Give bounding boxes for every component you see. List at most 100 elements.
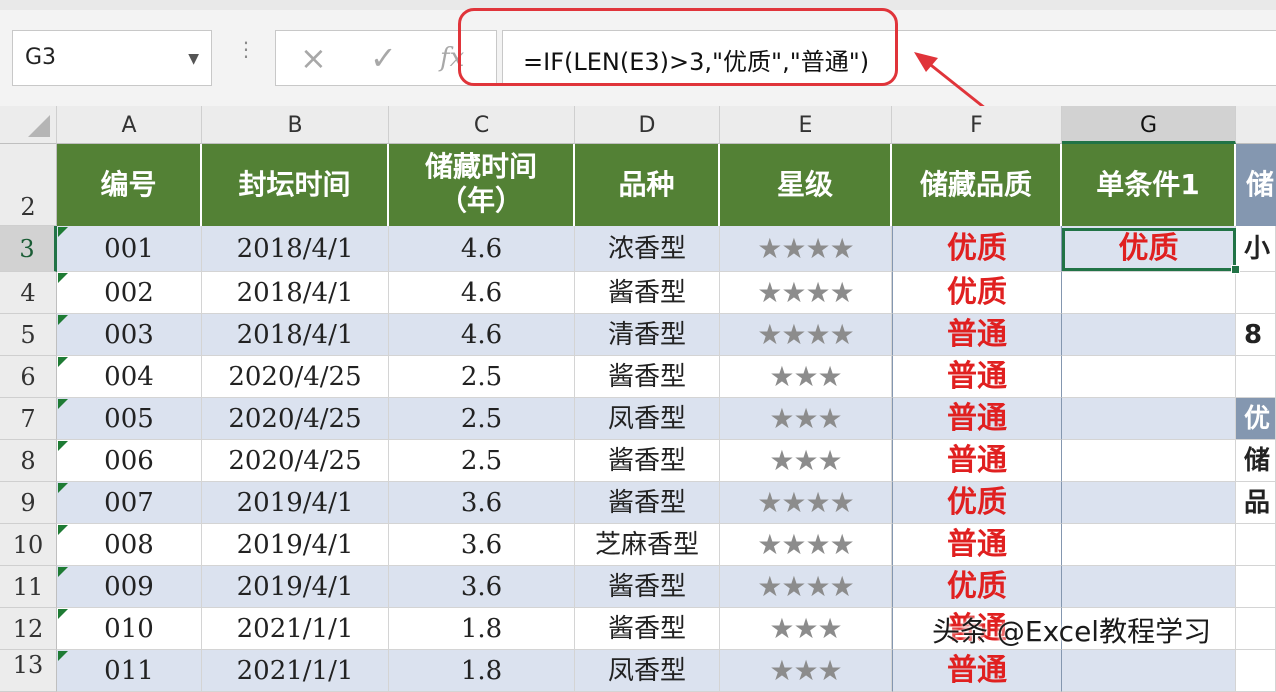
cell-id[interactable]: 001	[57, 226, 202, 272]
row-header-3[interactable]: 3	[0, 226, 57, 272]
cell-partial[interactable]	[1236, 524, 1276, 566]
cell-stars[interactable]: ★★★★	[720, 314, 892, 356]
row-header-9[interactable]: 9	[0, 482, 57, 524]
cell-storage-quality[interactable]: 普通	[892, 356, 1062, 398]
cell-single-condition[interactable]	[1062, 482, 1236, 524]
column-header-a[interactable]: A	[57, 106, 202, 144]
chevron-down-icon[interactable]: ▼	[188, 51, 199, 67]
cell-storage-years[interactable]: 4.6	[389, 226, 575, 272]
header-cell-single-condition[interactable]: 单条件1	[1062, 144, 1236, 226]
cell-single-condition[interactable]	[1062, 650, 1236, 692]
cell-storage-quality[interactable]: 优质	[892, 272, 1062, 314]
cell-partial[interactable]: 品	[1236, 482, 1276, 524]
cell-partial[interactable]: 储	[1236, 440, 1276, 482]
cancel-icon[interactable]: ×	[300, 39, 327, 77]
column-header-h[interactable]	[1236, 106, 1276, 144]
row-header-10[interactable]: 10	[0, 524, 57, 566]
row-header-11[interactable]: 11	[0, 566, 57, 608]
column-header-f[interactable]: F	[892, 106, 1062, 144]
row-header-2[interactable]: 2	[0, 144, 57, 226]
cell-stars[interactable]: ★★★★	[720, 566, 892, 608]
cell-seal-date[interactable]: 2019/4/1	[202, 524, 389, 566]
header-cell-variety[interactable]: 品种	[575, 144, 720, 226]
error-indicator-icon[interactable]	[58, 567, 68, 577]
cell-stars[interactable]: ★★★	[720, 650, 892, 692]
row-header-13[interactable]: 13	[0, 650, 57, 692]
cell-storage-quality[interactable]: 普通	[892, 398, 1062, 440]
cell-seal-date[interactable]: 2018/4/1	[202, 314, 389, 356]
cell-seal-date[interactable]: 2020/4/25	[202, 398, 389, 440]
cell-stars[interactable]: ★★★	[720, 356, 892, 398]
cell-storage-quality[interactable]: 普通	[892, 440, 1062, 482]
cell-seal-date[interactable]: 2021/1/1	[202, 608, 389, 650]
error-indicator-icon[interactable]	[58, 441, 68, 451]
cell-seal-date[interactable]: 2021/1/1	[202, 650, 389, 692]
cell-storage-years[interactable]: 1.8	[389, 650, 575, 692]
column-header-b[interactable]: B	[202, 106, 389, 144]
cell-seal-date[interactable]: 2020/4/25	[202, 440, 389, 482]
header-cell-partial[interactable]: 储	[1236, 144, 1276, 226]
error-indicator-icon[interactable]	[58, 483, 68, 493]
column-header-d[interactable]: D	[575, 106, 720, 144]
cell-id[interactable]: 009	[57, 566, 202, 608]
cell-storage-years[interactable]: 4.6	[389, 272, 575, 314]
cell-single-condition[interactable]	[1062, 314, 1236, 356]
cell-storage-years[interactable]: 2.5	[389, 440, 575, 482]
cell-id[interactable]: 004	[57, 356, 202, 398]
cell-id[interactable]: 006	[57, 440, 202, 482]
cell-partial[interactable]	[1236, 650, 1276, 692]
cell-storage-quality[interactable]: 普通	[892, 650, 1062, 692]
cell-id[interactable]: 010	[57, 608, 202, 650]
cell-storage-years[interactable]: 3.6	[389, 482, 575, 524]
cell-seal-date[interactable]: 2019/4/1	[202, 566, 389, 608]
column-header-e[interactable]: E	[720, 106, 892, 144]
error-indicator-icon[interactable]	[58, 651, 68, 661]
cell-stars[interactable]: ★★★★	[720, 272, 892, 314]
cell-storage-years[interactable]: 2.5	[389, 356, 575, 398]
cell-variety[interactable]: 清香型	[575, 314, 720, 356]
cell-single-condition[interactable]	[1062, 440, 1236, 482]
cell-seal-date[interactable]: 2020/4/25	[202, 356, 389, 398]
fill-handle[interactable]	[1231, 265, 1240, 274]
active-cell-g3[interactable]	[1062, 228, 1236, 271]
cell-stars[interactable]: ★★★	[720, 440, 892, 482]
cell-single-condition[interactable]	[1062, 398, 1236, 440]
cell-single-condition[interactable]	[1062, 272, 1236, 314]
cell-storage-quality[interactable]: 普通	[892, 314, 1062, 356]
cell-partial[interactable]: 小	[1236, 226, 1276, 272]
cell-storage-quality[interactable]: 优质	[892, 482, 1062, 524]
cell-single-condition[interactable]	[1062, 524, 1236, 566]
cell-storage-years[interactable]: 4.6	[389, 314, 575, 356]
cell-storage-quality[interactable]: 普通	[892, 524, 1062, 566]
error-indicator-icon[interactable]	[58, 525, 68, 535]
cell-variety[interactable]: 酱香型	[575, 608, 720, 650]
header-cell-storage-years[interactable]: 储藏时间 （年）	[389, 144, 575, 226]
cell-variety[interactable]: 酱香型	[575, 566, 720, 608]
cell-variety[interactable]: 浓香型	[575, 226, 720, 272]
cell-stars[interactable]: ★★★★	[720, 482, 892, 524]
cell-single-condition[interactable]	[1062, 356, 1236, 398]
cell-partial[interactable]	[1236, 608, 1276, 650]
cell-storage-years[interactable]: 2.5	[389, 398, 575, 440]
cell-id[interactable]: 005	[57, 398, 202, 440]
row-header-5[interactable]: 5	[0, 314, 57, 356]
cell-stars[interactable]: ★★★★	[720, 226, 892, 272]
cell-storage-years[interactable]: 3.6	[389, 566, 575, 608]
cell-id[interactable]: 002	[57, 272, 202, 314]
cell-variety[interactable]: 酱香型	[575, 440, 720, 482]
cell-variety[interactable]: 芝麻香型	[575, 524, 720, 566]
row-header-8[interactable]: 8	[0, 440, 57, 482]
row-header-6[interactable]: 6	[0, 356, 57, 398]
cell-variety[interactable]: 酱香型	[575, 356, 720, 398]
cell-storage-quality[interactable]: 优质	[892, 226, 1062, 272]
cell-storage-years[interactable]: 1.8	[389, 608, 575, 650]
column-header-g[interactable]: G	[1062, 106, 1236, 144]
cell-variety[interactable]: 酱香型	[575, 272, 720, 314]
error-indicator-icon[interactable]	[58, 399, 68, 409]
cell-partial[interactable]	[1236, 356, 1276, 398]
error-indicator-icon[interactable]	[58, 273, 68, 283]
cell-partial[interactable]	[1236, 272, 1276, 314]
cell-id[interactable]: 008	[57, 524, 202, 566]
header-cell-seal-date[interactable]: 封坛时间	[202, 144, 389, 226]
cell-id[interactable]: 003	[57, 314, 202, 356]
